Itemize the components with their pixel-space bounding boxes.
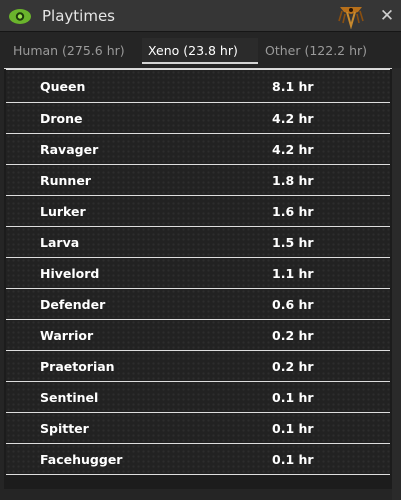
role-name: Warrior	[40, 327, 94, 343]
window-title: Playtimes	[42, 7, 115, 25]
role-name: Larva	[40, 234, 80, 250]
role-name: Facehugger	[40, 451, 123, 467]
table-row: Sentinel 0.1 hr	[6, 382, 390, 413]
role-name: Queen	[40, 78, 86, 94]
eye-icon	[9, 9, 31, 24]
role-playtime: 0.6 hr	[272, 296, 314, 312]
tab-xeno[interactable]: Xeno (23.8 hr)	[142, 38, 258, 64]
role-name: Defender	[40, 296, 106, 312]
table-row: Spitter 0.1 hr	[6, 413, 390, 444]
role-playtime: 0.1 hr	[272, 389, 314, 405]
close-button[interactable]: ✕	[376, 5, 398, 27]
role-name: Praetorian	[40, 358, 115, 374]
tab-bar: Human (275.6 hr) Xeno (23.8 hr) Other (1…	[0, 38, 401, 66]
table-row: Lurker 1.6 hr	[6, 196, 390, 227]
role-playtime: 8.1 hr	[272, 78, 314, 94]
table-row: Runner 1.8 hr	[6, 165, 390, 196]
role-playtime: 1.8 hr	[272, 172, 314, 188]
scrollbar-track[interactable]	[392, 68, 401, 500]
xeno-emblem-icon	[338, 7, 364, 29]
role-playtime: 4.2 hr	[272, 141, 314, 157]
role-playtime: 0.1 hr	[272, 451, 314, 467]
table-row: Ravager 4.2 hr	[6, 134, 390, 165]
role-name: Runner	[40, 172, 91, 188]
table-row: Hivelord 1.1 hr	[6, 258, 390, 289]
role-name: Hivelord	[40, 265, 100, 281]
role-name: Spitter	[40, 420, 89, 436]
playtime-table: Queen 8.1 hr Drone 4.2 hr Ravager 4.2 hr…	[4, 68, 392, 489]
table-row: Queen 8.1 hr	[6, 69, 390, 103]
table-row: Praetorian 0.2 hr	[6, 351, 390, 382]
tab-other[interactable]: Other (122.2 hr)	[265, 38, 367, 64]
playtimes-window: Playtimes ✕ Human (275.6 hr) Xeno (23.8 …	[0, 0, 401, 500]
role-playtime: 0.1 hr	[272, 420, 314, 436]
role-playtime: 4.2 hr	[272, 110, 314, 126]
role-playtime: 0.2 hr	[272, 358, 314, 374]
role-playtime: 1.1 hr	[272, 265, 314, 281]
role-name: Lurker	[40, 203, 86, 219]
table-row: Drone 4.2 hr	[6, 103, 390, 134]
role-playtime: 1.6 hr	[272, 203, 314, 219]
role-name: Ravager	[40, 141, 99, 157]
table-row: Facehugger 0.1 hr	[6, 444, 390, 475]
table-row: Warrior 0.2 hr	[6, 320, 390, 351]
table-row: Larva 1.5 hr	[6, 227, 390, 258]
tab-human[interactable]: Human (275.6 hr)	[13, 38, 125, 64]
role-name: Drone	[40, 110, 83, 126]
table-row: Defender 0.6 hr	[6, 289, 390, 320]
role-playtime: 1.5 hr	[272, 234, 314, 250]
role-name: Sentinel	[40, 389, 99, 405]
titlebar[interactable]: Playtimes ✕	[0, 0, 401, 32]
role-playtime: 0.2 hr	[272, 327, 314, 343]
